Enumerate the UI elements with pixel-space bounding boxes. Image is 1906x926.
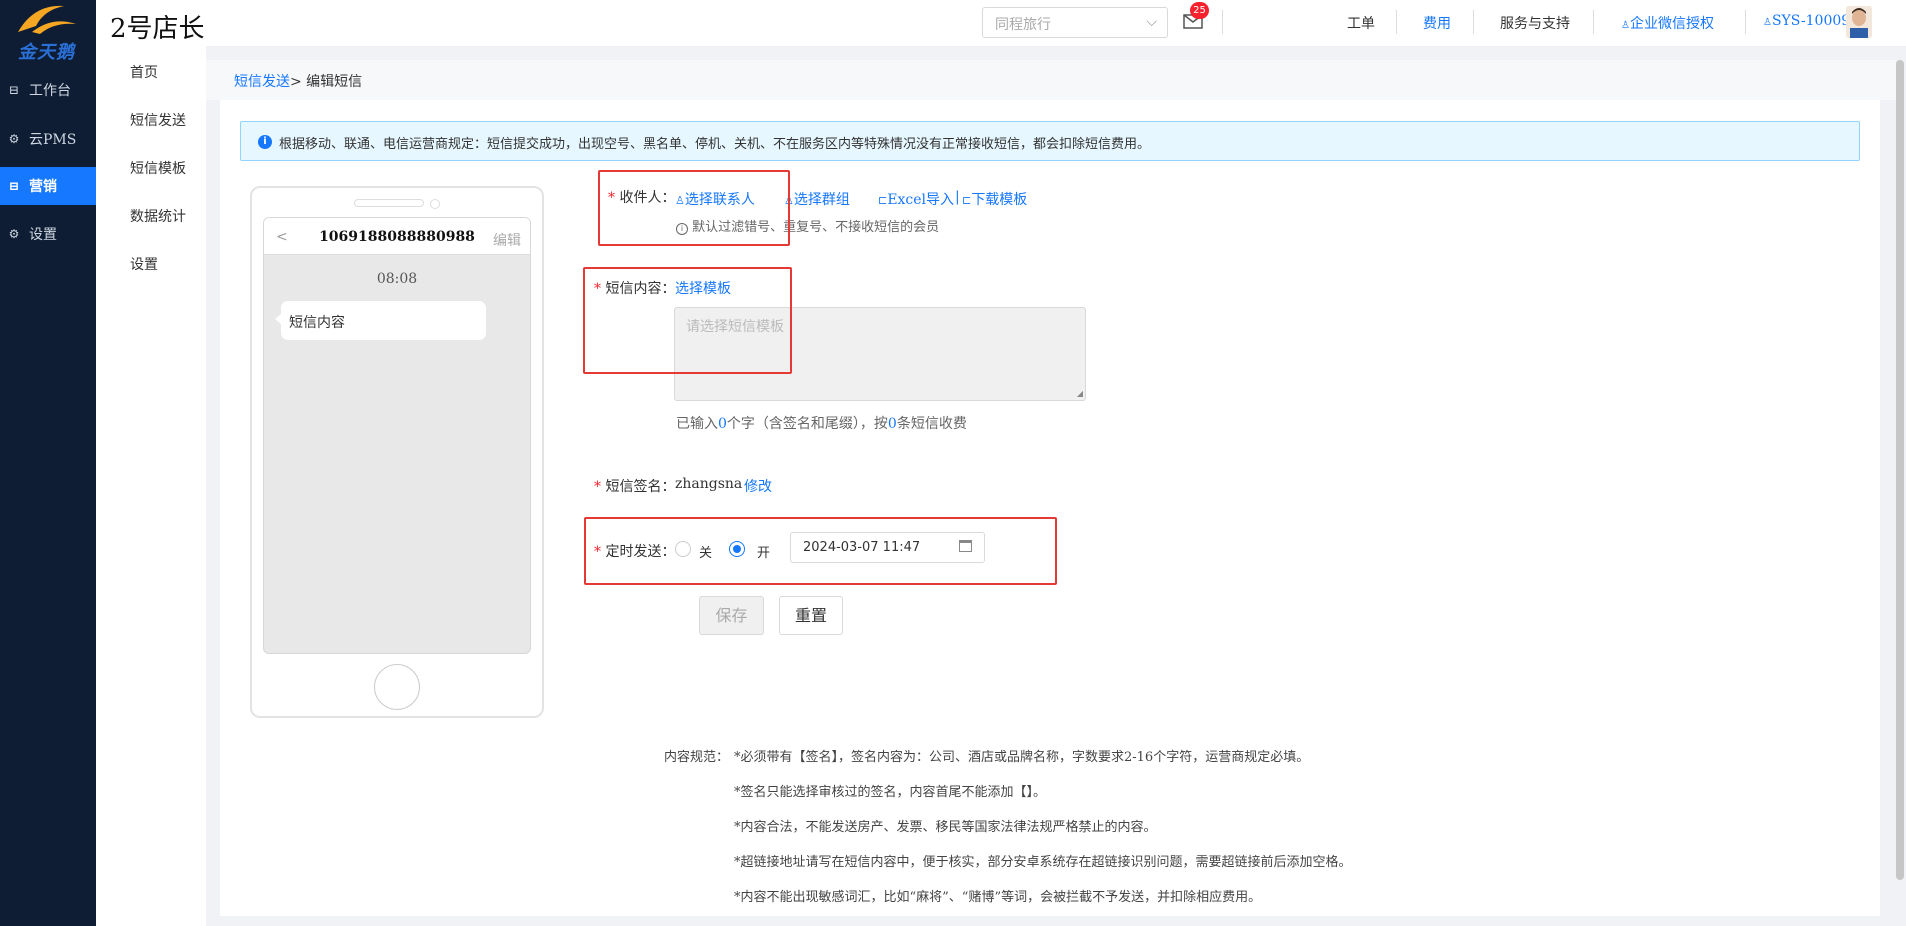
divider (1222, 10, 1223, 34)
subnav-settings[interactable]: 设置 (130, 254, 158, 274)
phone-camera (430, 199, 440, 209)
sms-count: 0 (887, 416, 897, 432)
avatar[interactable] (1846, 6, 1872, 38)
download-template-link[interactable]: ⊏下载模板 (962, 189, 1027, 209)
count-mid: 个字（含签名和尾缀），按 (726, 416, 888, 432)
user-icon: ♙ (1621, 20, 1630, 31)
account-label: SYS-10009 (1771, 13, 1851, 29)
store-select[interactable]: 同程旅行 ⌵ (982, 7, 1168, 38)
subnav-statistics[interactable]: 数据统计 (130, 206, 186, 226)
topnav-fees[interactable]: 费用 (1423, 13, 1451, 33)
rules-label: 内容规范： (664, 750, 730, 765)
vertical-scrollbar[interactable] (1896, 60, 1904, 880)
secondary-sidebar: 首页 短信发送 短信模板 数据统计 设置 (96, 46, 206, 926)
reset-button[interactable]: 重置 (779, 596, 843, 635)
wechat-auth-link[interactable]: ♙企业微信授权 (1621, 13, 1714, 33)
rule-item: *内容不能出现敏感词汇，比如“麻将”、“赌博”等词，会被拦截不予发送，并扣除相应… (734, 890, 1262, 905)
import-icon: ⊏ (878, 194, 888, 207)
signature-value: zhangsna (675, 476, 743, 492)
topnav-tickets[interactable]: 工单 (1347, 13, 1375, 33)
rule-item: *必须带有【签名】，签名内容为：公司、酒店或品牌名称，字数要求2-16个字符，运… (734, 750, 1310, 765)
select-group-label: 选择群组 (793, 192, 850, 208)
char-count: 0 (718, 416, 727, 432)
marketing-icon: ⊟ (8, 179, 20, 193)
signature-modify-link[interactable]: 修改 (744, 476, 772, 496)
info-icon: i (258, 135, 272, 149)
account-link[interactable]: ♙SYS-10009 (1763, 13, 1850, 29)
count-prefix: 已输入 (676, 416, 718, 432)
nav-label: 工作台 (29, 83, 71, 99)
nav-item-settings[interactable]: ⚙ 设置 (0, 215, 96, 253)
store-select-value: 同程旅行 (995, 17, 1051, 33)
rule-item: *签名只能选择审核过的签名，内容首尾不能添加【】。 (734, 785, 1047, 800)
subnav-sms-template[interactable]: 短信模板 (130, 158, 186, 178)
required-mark: * (594, 479, 601, 495)
nav-label: 营销 (29, 179, 57, 195)
breadcrumb-separator: > (290, 74, 302, 90)
phone-home-button (374, 664, 420, 710)
download-icon: ⊏ (962, 194, 972, 207)
user-icon: ♙ (1763, 17, 1772, 28)
highlight-content (583, 267, 792, 374)
subnav-sms-send[interactable]: 短信发送 (130, 110, 186, 130)
select-group-link[interactable]: ♙选择群组 (784, 189, 850, 209)
count-suffix: 条短信收费 (896, 416, 967, 432)
save-button[interactable]: 保存 (699, 596, 764, 635)
nav-item-marketing[interactable]: ⊟ 营销 (0, 167, 96, 205)
resize-handle-icon[interactable]: ◢ (1077, 389, 1083, 398)
wechat-auth-label: 企业微信授权 (1629, 16, 1714, 32)
divider (1473, 10, 1474, 34)
nav-item-pms[interactable]: ⚙ 云PMS (0, 120, 96, 158)
message-bubble: 短信内容 (275, 301, 486, 340)
signature-label: * 短信签名： (594, 476, 675, 496)
topnav-support[interactable]: 服务与支持 (1500, 13, 1570, 33)
phone-edit-label: 编辑 (493, 233, 521, 249)
gear-icon: ⚙ (8, 227, 20, 241)
breadcrumb: 短信发送> 编辑短信 (234, 71, 362, 91)
logo-text: 金天鹅 (18, 42, 75, 63)
logo-swoosh-icon (18, 5, 76, 34)
info-alert: i 根据移动、联通、电信运营商规定：短信提交成功，出现空号、黑名单、停机、关机、… (240, 121, 1860, 161)
avatar-image (1846, 6, 1872, 38)
download-template-label: 下载模板 (971, 192, 1028, 208)
alert-text: 根据移动、联通、电信运营商规定：短信提交成功，出现空号、黑名单、停机、关机、不在… (279, 137, 1151, 152)
brand-title: 2号店长 (110, 14, 205, 44)
phone-time: 08:08 (376, 271, 418, 287)
breadcrumb-bar (206, 60, 1896, 100)
link-divider: | (955, 189, 960, 205)
chevron-down-icon: ⌵ (1146, 14, 1157, 30)
char-count-text: 已输入0个字（含签名和尾缀），按0条短信收费 (676, 413, 967, 433)
main-sidebar: 金天鹅 ⊟ 工作台 ⚙ 云PMS ⊟ 营销 ⚙ 设置 (0, 0, 96, 926)
divider (1396, 10, 1397, 34)
signature-label-text: 短信签名： (605, 479, 676, 495)
highlight-schedule (584, 517, 1057, 585)
rule-item: *内容合法，不能发送房产、发票、移民等国家法律法规严格禁止的内容。 (734, 820, 1157, 835)
rule-item: *超链接地址请写在短信内容中，便于核实，部分安卓系统存在超链接识别问题，需要超链… (734, 855, 1352, 870)
highlight-recipient (598, 170, 790, 246)
nav-label: 设置 (29, 227, 57, 243)
breadcrumb-parent-link[interactable]: 短信发送 (234, 74, 290, 90)
nav-item-workbench[interactable]: ⊟ 工作台 (0, 71, 96, 109)
subnav-home[interactable]: 首页 (130, 62, 158, 82)
excel-import-label: Excel导入 (887, 192, 955, 208)
mail-badge: 25 (1190, 2, 1209, 19)
gear-icon: ⚙ (8, 132, 20, 146)
workbench-icon: ⊟ (8, 83, 20, 97)
nav-label: 云PMS (29, 132, 77, 148)
breadcrumb-current: 编辑短信 (301, 74, 363, 90)
phone-speaker (354, 199, 424, 207)
divider (1593, 10, 1594, 34)
excel-import-link[interactable]: ⊏Excel导入 (878, 189, 954, 209)
phone-sender-number: 1069188088880988 (319, 229, 475, 245)
divider (1745, 10, 1746, 34)
